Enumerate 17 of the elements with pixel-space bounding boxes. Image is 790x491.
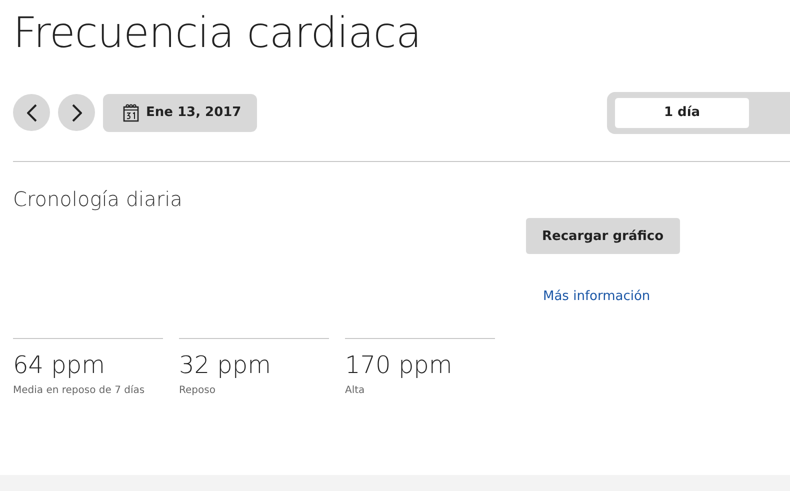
stat-value: 170 ppm: [345, 351, 454, 379]
page-title: Frecuencia cardiaca: [13, 7, 422, 58]
chevron-right-icon: [72, 104, 82, 122]
date-button[interactable]: Ene 13, 2017: [103, 94, 258, 132]
chevron-left-icon: [26, 104, 36, 122]
stat-label: Media en reposo de 7 días: [13, 385, 146, 396]
stat-label: Reposo: [179, 385, 216, 396]
more-info-link[interactable]: Más información: [543, 289, 650, 304]
reload-chart-button[interactable]: Recargar gráfico: [526, 218, 680, 254]
range-tab[interactable]: 1 día: [615, 98, 749, 128]
stat-label: Alta: [345, 385, 366, 396]
section-heading: Cronología diaria: [13, 187, 184, 211]
previous-button[interactable]: [13, 94, 50, 131]
stat-value: 32 ppm: [179, 351, 272, 379]
stat-value: 64 ppm: [13, 351, 106, 379]
calendar-icon: [123, 104, 139, 122]
next-button[interactable]: [58, 94, 95, 131]
